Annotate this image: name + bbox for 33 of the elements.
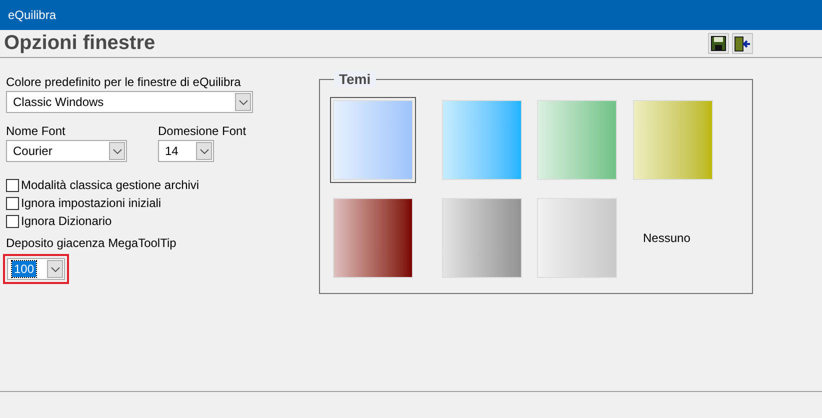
caret-icon [50, 266, 60, 272]
field-label: Colore predefinito per le finestre di eQuilibra [6, 75, 242, 89]
dropdown[interactable]: Classic Windows [6, 91, 253, 113]
checkbox-label: Ignora Dizionario [21, 214, 112, 228]
theme-swatch[interactable] [534, 195, 620, 281]
caret-icon [238, 100, 248, 104]
theme-swatch[interactable] [330, 97, 416, 183]
exit-button[interactable] [732, 33, 753, 54]
page-title: Opzioni finestre [4, 32, 156, 55]
checkbox-label: Ignora impostazioni iniziali [21, 196, 162, 210]
theme-swatch[interactable] [534, 97, 620, 183]
group-title: Temi [334, 71, 376, 87]
theme-swatch[interactable] [630, 97, 716, 183]
dropdown[interactable]: Courier [6, 140, 127, 162]
no-theme-option[interactable]: Nessuno [640, 228, 694, 248]
theme-swatch[interactable] [439, 97, 525, 183]
checkbox[interactable] [6, 214, 19, 228]
exit-door-icon [734, 36, 751, 52]
checkbox[interactable] [6, 196, 19, 210]
caret-icon [200, 148, 208, 154]
field-label: Nome Font [6, 124, 66, 138]
dropdown[interactable]: 100 [7, 258, 65, 280]
save-icon [711, 36, 726, 51]
dropdown[interactable]: 14 [158, 140, 214, 162]
theme-swatch[interactable] [439, 195, 525, 281]
checkbox-label: Modalità classica gestione archivi [21, 178, 200, 192]
field-label: Domesione Font [158, 124, 246, 138]
checkbox[interactable] [6, 178, 19, 192]
theme-swatch[interactable] [330, 195, 416, 281]
caret-icon [112, 148, 122, 154]
save-button[interactable] [708, 33, 729, 54]
window-title: eQuilibra [8, 8, 56, 22]
field-label: Deposito giacenza MegaToolTip [6, 236, 178, 250]
